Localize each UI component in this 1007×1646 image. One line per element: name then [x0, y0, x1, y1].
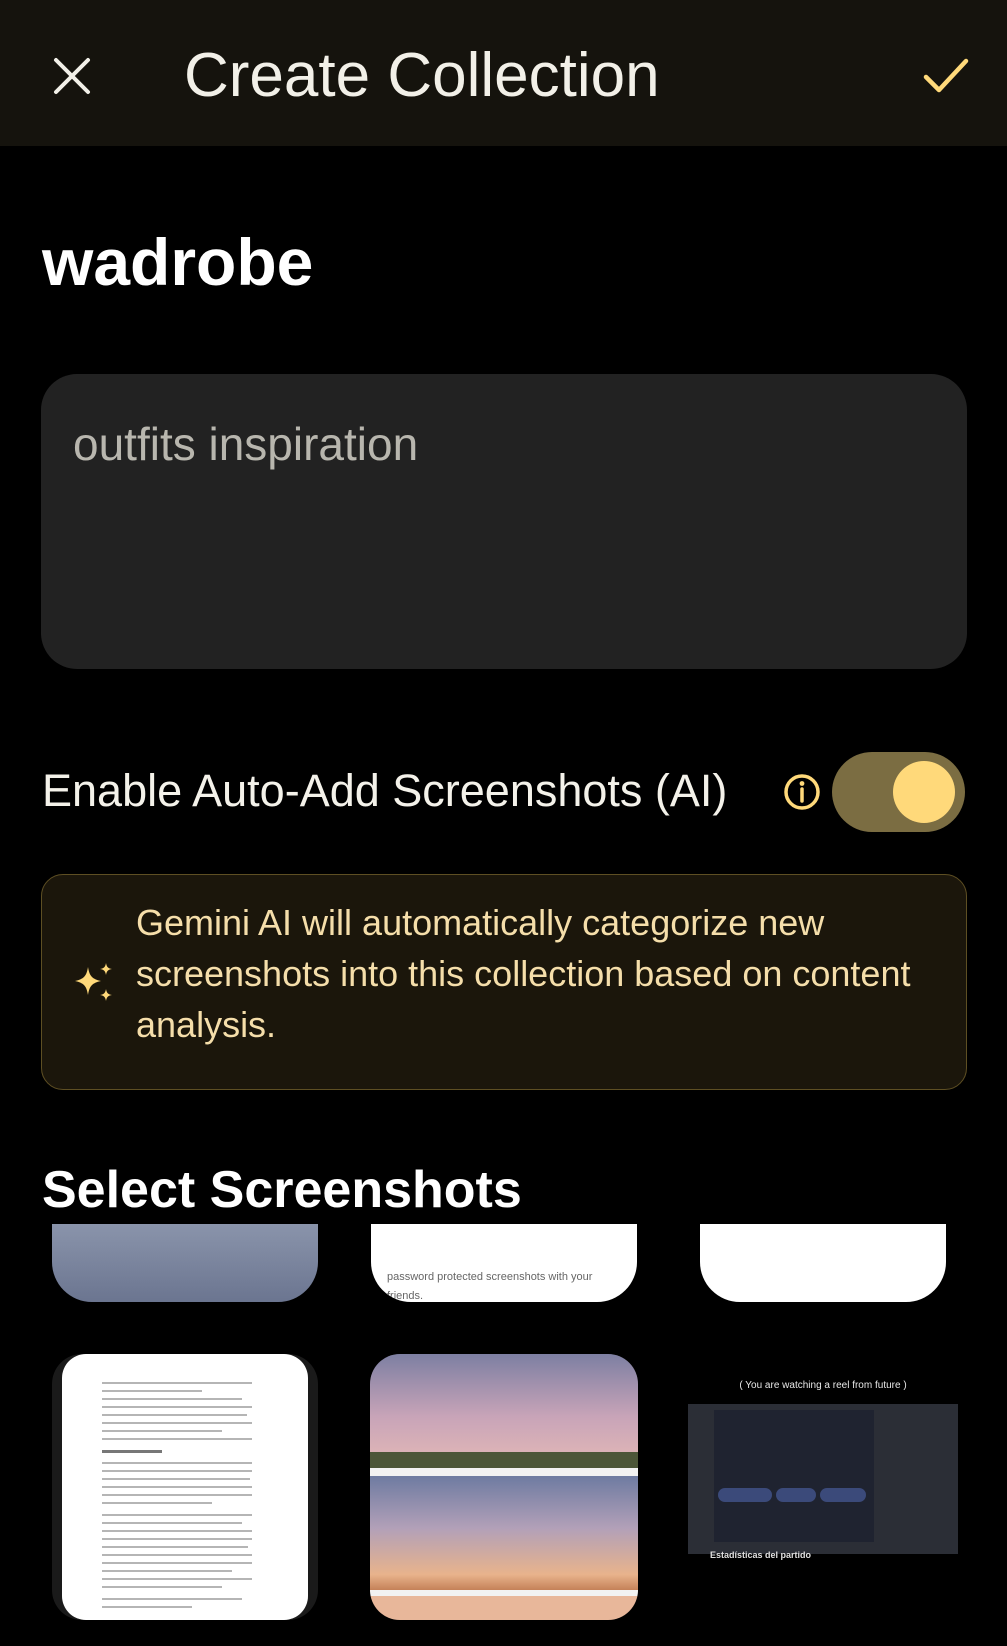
screenshot-thumbnail[interactable]: ( You are watching a reel from future ) …	[688, 1354, 958, 1620]
text-line	[102, 1546, 248, 1548]
text-line	[102, 1538, 252, 1540]
text-line	[102, 1470, 252, 1472]
page-title: Create Collection	[184, 41, 660, 110]
text-line	[102, 1478, 250, 1480]
video-footer-text: Estadísticas del partido	[710, 1550, 812, 1560]
text-line	[102, 1422, 252, 1424]
ai-info-text: Gemini AI will automatically categorize …	[136, 902, 911, 1045]
sunset-photo	[370, 1476, 638, 1592]
text-line	[102, 1598, 242, 1600]
document-page	[62, 1354, 308, 1620]
sunset-photo	[370, 1596, 638, 1620]
text-line	[102, 1522, 242, 1524]
text-line	[102, 1430, 222, 1432]
screenshot-thumbnail[interactable]	[700, 1224, 946, 1302]
text-line	[102, 1570, 232, 1572]
confirm-button[interactable]	[914, 40, 978, 112]
auto-add-label: Enable Auto-Add Screenshots (AI)	[42, 765, 728, 816]
text-line	[102, 1494, 252, 1496]
text-line	[102, 1578, 252, 1580]
tab-chip	[776, 1488, 816, 1502]
text-line	[102, 1450, 162, 1453]
phone-screen	[714, 1410, 874, 1542]
field-strip	[370, 1452, 638, 1468]
text-line	[102, 1406, 252, 1408]
screenshot-thumbnail[interactable]	[370, 1354, 638, 1620]
text-line	[102, 1554, 252, 1556]
text-line	[102, 1606, 192, 1608]
info-icon[interactable]	[782, 772, 822, 812]
tab-chip	[718, 1488, 772, 1502]
tab-chip	[820, 1488, 866, 1502]
text-line	[102, 1562, 252, 1564]
description-text: outfits inspiration	[73, 418, 419, 470]
text-line	[102, 1398, 242, 1400]
photo-divider	[370, 1468, 638, 1476]
text-line	[102, 1438, 252, 1440]
select-screenshots-title: Select Screenshots	[42, 1161, 522, 1219]
text-line	[102, 1414, 247, 1416]
close-icon	[54, 58, 90, 94]
text-line	[102, 1382, 252, 1384]
text-line	[102, 1462, 252, 1464]
text-line	[102, 1586, 222, 1588]
auto-add-toggle[interactable]	[832, 752, 965, 832]
text-line	[102, 1530, 252, 1532]
collection-name[interactable]: wadrobe	[42, 222, 313, 302]
text-line	[102, 1390, 202, 1392]
text-line	[102, 1514, 252, 1516]
top-app-bar: Create Collection	[0, 0, 1007, 146]
thumbnail-text: password protected screenshots with your…	[387, 1271, 593, 1302]
video-caption: ( You are watching a reel from future )	[739, 1380, 907, 1391]
description-field[interactable]: outfits inspiration	[41, 374, 967, 669]
check-icon	[923, 58, 969, 93]
sunset-photo	[370, 1354, 638, 1468]
screenshot-thumbnail[interactable]: password protected screenshots with your…	[371, 1224, 637, 1302]
toggle-knob	[893, 761, 955, 823]
text-line	[102, 1486, 252, 1488]
close-button[interactable]	[40, 40, 104, 112]
sparkle-icon	[75, 963, 112, 1001]
ai-info-card: Gemini AI will automatically categorize …	[41, 874, 967, 1090]
text-line	[102, 1502, 212, 1504]
screenshot-thumbnail[interactable]	[52, 1354, 318, 1620]
screenshot-thumbnail[interactable]	[52, 1224, 318, 1302]
